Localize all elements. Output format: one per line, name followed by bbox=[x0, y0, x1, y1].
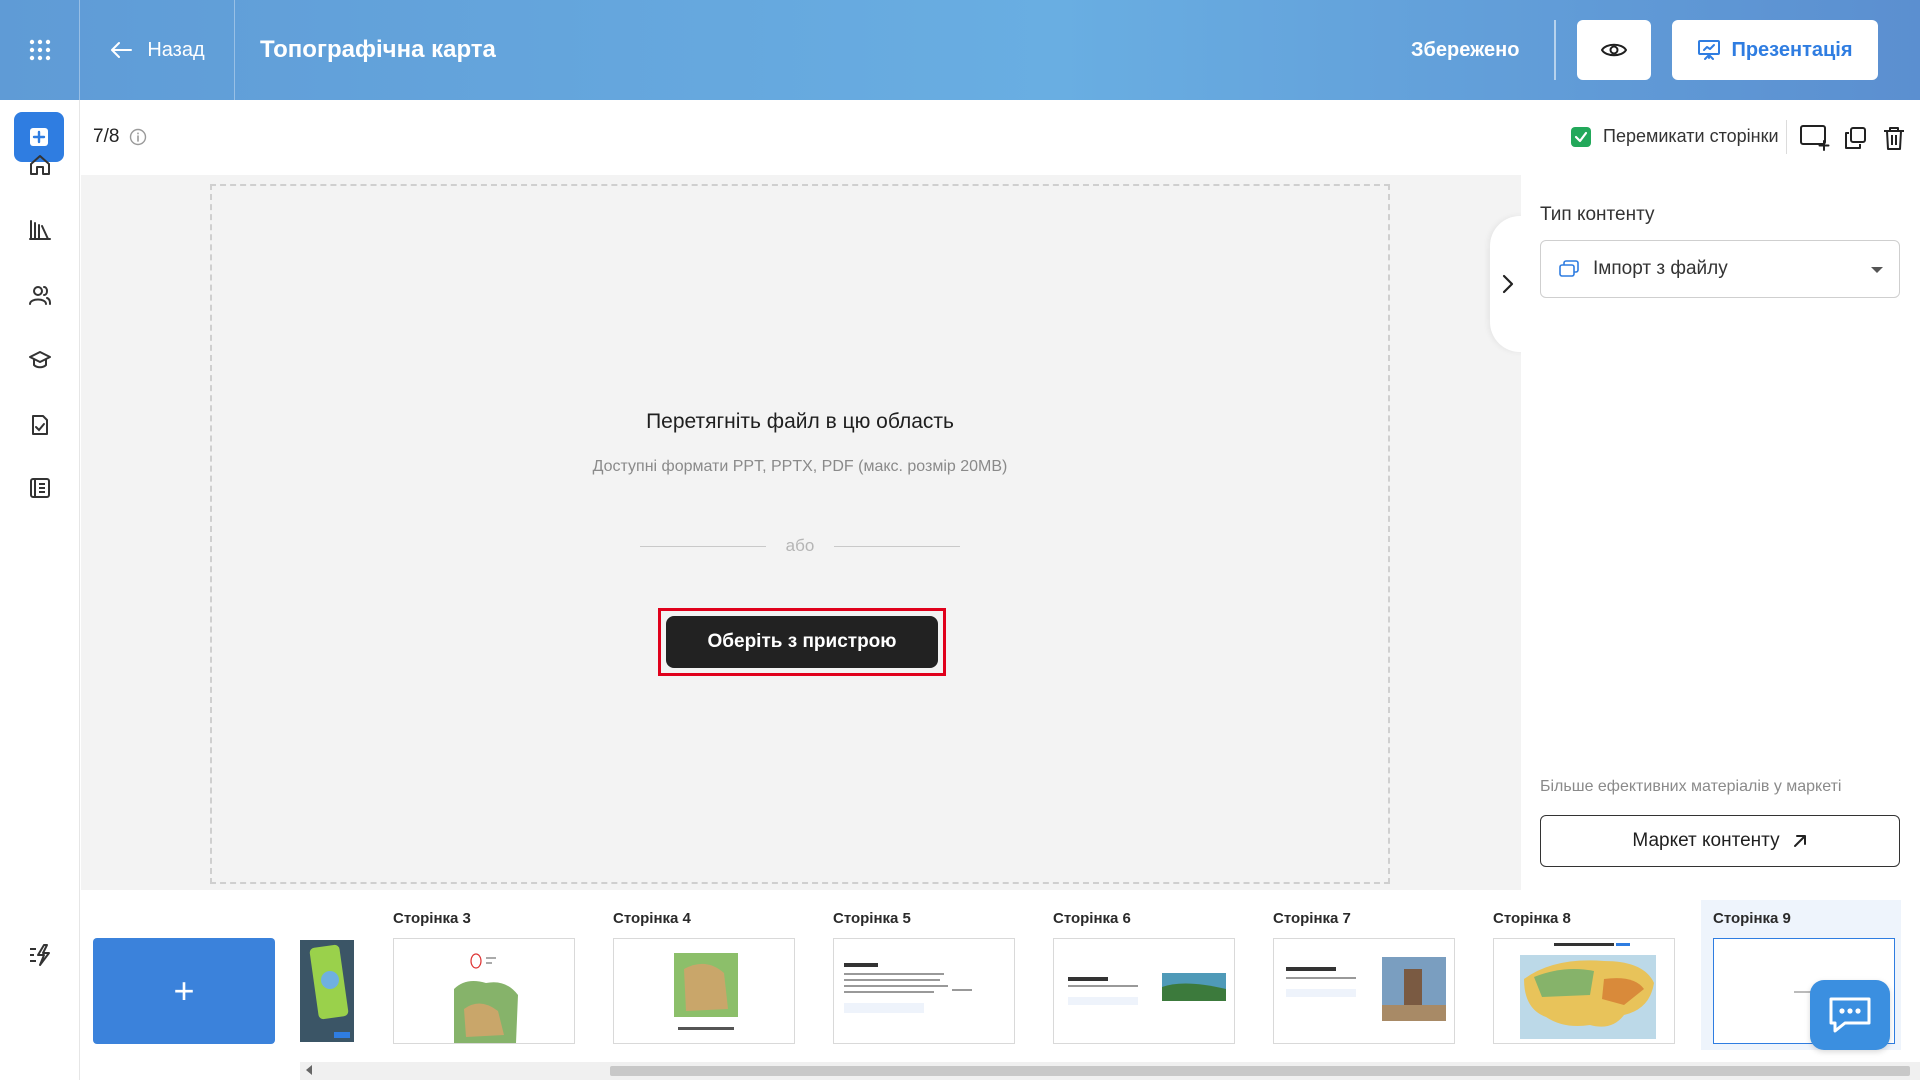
chat-bubble-icon bbox=[1829, 997, 1871, 1033]
content-market-label: Маркет контенту bbox=[1632, 830, 1780, 851]
choose-from-device-button[interactable]: Оберіть з пристрою bbox=[666, 616, 938, 668]
home-icon bbox=[30, 155, 50, 175]
switch-pages-toggle[interactable]: Перемикати сторінки bbox=[1571, 126, 1779, 147]
page-label: Сторінка 9 bbox=[1713, 910, 1791, 927]
dropzone-formats: Доступні формати PPT, PPTX, PDF (макс. р… bbox=[592, 458, 1008, 475]
add-page-button[interactable]: + bbox=[93, 938, 275, 1044]
arrow-left-icon bbox=[111, 42, 133, 58]
checkmark-icon bbox=[1574, 131, 1588, 142]
page-item-7[interactable]: Сторінка 7 bbox=[1261, 900, 1461, 1050]
plus-icon: + bbox=[173, 970, 195, 1011]
pages-horizontal-scrollbar[interactable] bbox=[300, 1062, 1920, 1080]
back-button[interactable]: Назад bbox=[80, 0, 235, 100]
page-thumbnail bbox=[613, 938, 795, 1044]
phone-illustration-thumb bbox=[300, 940, 354, 1042]
add-slide-icon bbox=[1800, 125, 1830, 151]
left-sidebar bbox=[0, 100, 80, 1080]
back-label: Назад bbox=[147, 38, 205, 61]
page-title: Топографічна карта bbox=[260, 36, 496, 63]
arrow-up-right-icon bbox=[1793, 835, 1806, 847]
presentation-icon bbox=[1698, 40, 1721, 60]
lightning-list-icon bbox=[30, 944, 50, 966]
switch-pages-checkbox[interactable] bbox=[1571, 126, 1591, 147]
page-thumbnail bbox=[393, 938, 575, 1044]
page-counter-value: 7/8 bbox=[93, 126, 120, 147]
page-label: Сторінка 3 bbox=[393, 910, 471, 927]
or-label: або bbox=[785, 536, 815, 555]
caret-down-icon bbox=[1871, 267, 1883, 273]
document-check-icon bbox=[32, 415, 48, 435]
sidebar-item-assignments[interactable] bbox=[20, 405, 60, 445]
info-icon[interactable] bbox=[129, 128, 147, 146]
sidebar-item-home[interactable] bbox=[20, 145, 60, 185]
page-item-6[interactable]: Сторінка 6 bbox=[1041, 900, 1241, 1050]
switch-pages-label: Перемикати сторінки bbox=[1603, 126, 1779, 146]
apps-grid-icon bbox=[29, 39, 50, 61]
top-header: Назад Топографічна карта Збережено Презе… bbox=[0, 0, 1920, 100]
page-label: Сторінка 7 bbox=[1273, 910, 1351, 927]
content-type-value: Імпорт з файлу bbox=[1593, 258, 1728, 279]
page-label: Сторінка 8 bbox=[1493, 910, 1571, 927]
saved-status: Збережено bbox=[1411, 39, 1520, 61]
scroll-left-icon[interactable] bbox=[306, 1065, 312, 1075]
page-item-5[interactable]: Сторінка 5 bbox=[821, 900, 1021, 1050]
users-icon bbox=[29, 286, 51, 305]
dropzone-title: Перетягніть файл в цю область bbox=[646, 410, 954, 433]
text-slide-thumb bbox=[834, 939, 1014, 1043]
trash-icon bbox=[1884, 127, 1904, 150]
file-dropzone[interactable]: Перетягніть файл в цю область Доступні ф… bbox=[210, 184, 1390, 884]
page-thumbnail bbox=[1053, 938, 1235, 1044]
apps-grid-button[interactable] bbox=[0, 0, 80, 100]
page-thumbnail bbox=[1273, 938, 1455, 1044]
ukraine-map-thumb bbox=[1494, 939, 1674, 1043]
add-slide-button[interactable] bbox=[1799, 122, 1831, 154]
sidebar-item-library[interactable] bbox=[20, 210, 60, 250]
duplicate-button[interactable] bbox=[1839, 122, 1871, 154]
page-label: Сторінка 6 bbox=[1053, 910, 1131, 927]
import-file-icon bbox=[1559, 260, 1579, 277]
page-label: Сторінка 4 bbox=[613, 910, 691, 927]
scroll-thumb[interactable] bbox=[610, 1066, 1910, 1076]
page-item-3[interactable]: Сторінка 3 bbox=[381, 900, 581, 1050]
plus-square-icon bbox=[30, 128, 48, 146]
header-divider bbox=[1554, 20, 1556, 80]
page-counter: 7/8 bbox=[93, 126, 147, 148]
sidebar-item-journal[interactable] bbox=[20, 468, 60, 508]
library-icon bbox=[29, 220, 51, 240]
presentation-label: Презентація bbox=[1731, 38, 1853, 61]
page-item-8[interactable]: Сторінка 8 bbox=[1481, 900, 1681, 1050]
presentation-button[interactable]: Презентація bbox=[1672, 20, 1878, 80]
journal-icon bbox=[30, 478, 50, 498]
sidebar-item-courses[interactable] bbox=[20, 340, 60, 380]
page-thumbnail-partial[interactable] bbox=[300, 940, 354, 1042]
page-thumbnail bbox=[833, 938, 1015, 1044]
content-market-button[interactable]: Маркет контенту bbox=[1540, 815, 1900, 867]
dropzone-or-divider: або bbox=[212, 536, 1388, 556]
content-type-select[interactable]: Імпорт з файлу bbox=[1540, 240, 1900, 298]
support-chat-button[interactable] bbox=[1810, 980, 1890, 1050]
market-note: Більше ефективних матеріалів у маркеті bbox=[1540, 778, 1842, 795]
page-thumbnail bbox=[1493, 938, 1675, 1044]
island-slide-thumb bbox=[1054, 939, 1234, 1043]
chevron-right-icon bbox=[1502, 274, 1514, 294]
sidebar-item-users[interactable] bbox=[20, 275, 60, 315]
sidebar-item-quick-actions[interactable] bbox=[20, 935, 60, 975]
eye-icon bbox=[1601, 43, 1627, 57]
preview-button[interactable] bbox=[1577, 20, 1651, 80]
map-slide-thumb bbox=[614, 939, 794, 1043]
delete-button[interactable] bbox=[1878, 122, 1910, 154]
divider-line-right bbox=[834, 545, 961, 547]
graduation-cap-icon bbox=[29, 351, 51, 369]
tower-slide-thumb bbox=[1274, 939, 1454, 1043]
copy-icon bbox=[1845, 127, 1866, 149]
page-item-4[interactable]: Сторінка 4 bbox=[601, 900, 801, 1050]
toolbar-divider bbox=[1786, 120, 1787, 154]
page-label: Сторінка 5 bbox=[833, 910, 911, 927]
content-type-label: Тип контенту bbox=[1540, 204, 1655, 225]
map-slide-thumb bbox=[394, 939, 574, 1043]
divider-line-left bbox=[639, 545, 766, 547]
